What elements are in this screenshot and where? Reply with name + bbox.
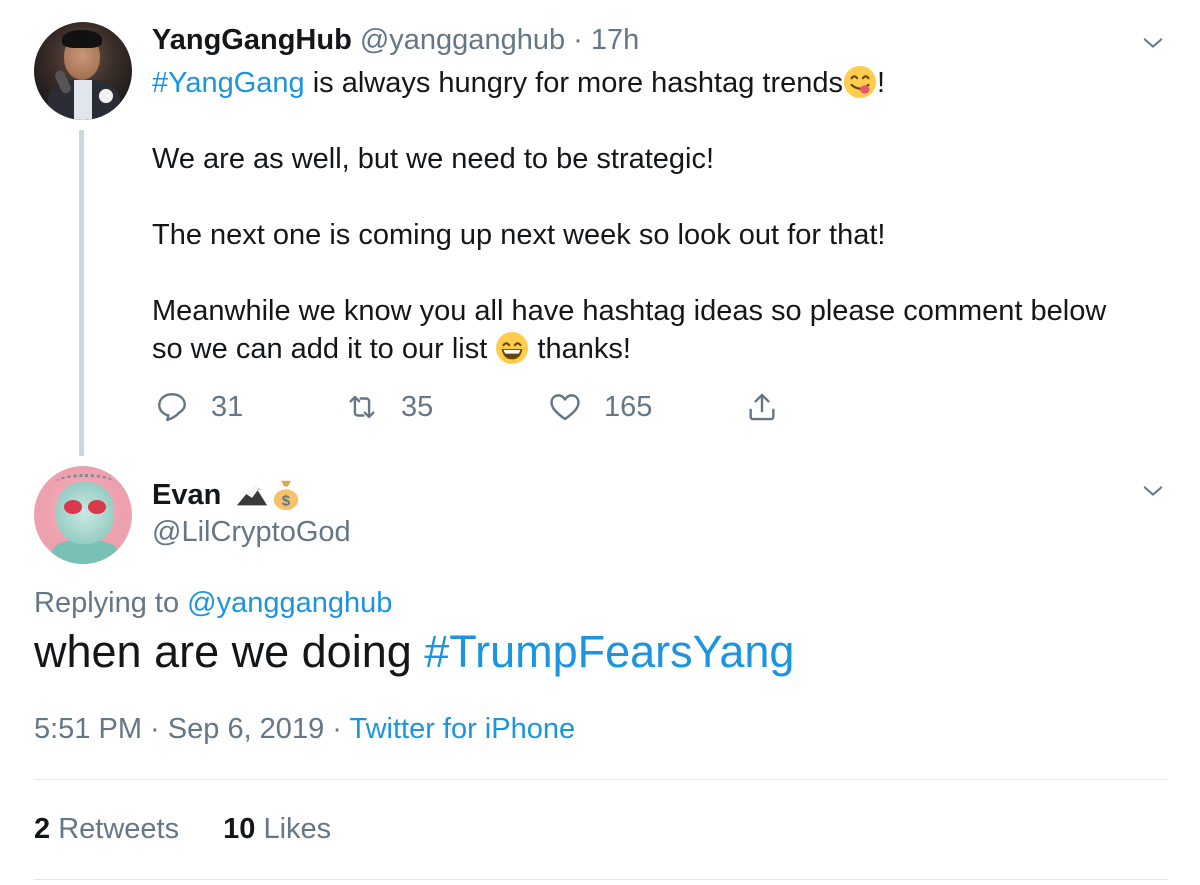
share-button[interactable] — [745, 387, 801, 427]
retweet-button[interactable]: 35 — [345, 387, 433, 427]
retweets-label: Retweets — [50, 813, 180, 845]
engagement-stats: 2 Retweets 10 Likes — [34, 813, 367, 846]
chevron-down-icon[interactable] — [1142, 480, 1164, 502]
tweet-paragraph-4-line2-start: so we can add it to our list — [152, 333, 496, 365]
replying-to-line: Replying to @yangganghub — [34, 587, 392, 620]
retweets-number: 2 — [34, 813, 51, 845]
tweet-paragraph-3: The next one is coming up next week so l… — [152, 219, 886, 251]
tweet-text: #YangGang is always hungry for more hash… — [152, 64, 1172, 368]
meta-separator: · — [142, 713, 168, 745]
like-count: 165 — [604, 390, 653, 423]
retweet-count: 35 — [401, 390, 434, 423]
money-bag-emoji-icon: $ — [269, 477, 303, 511]
avatar-lilcryptogod[interactable] — [34, 466, 132, 564]
like-button[interactable]: 165 — [548, 387, 652, 427]
user-handle[interactable]: @yangganghub — [360, 24, 565, 56]
reply-icon — [155, 390, 211, 424]
header-separator: · — [573, 24, 583, 56]
tweet-text-line1-end: ! — [877, 67, 886, 99]
reply-hashtag-link[interactable]: #TrumpFearsYang — [424, 626, 794, 677]
tweet-source-link[interactable]: Twitter for iPhone — [349, 713, 575, 745]
tweet-paragraph-4-line2-end: thanks! — [529, 333, 631, 365]
tweet-action-bar: 31 35 165 — [0, 387, 1200, 427]
tweet-timestamp-date[interactable]: Sep 6, 2019 — [168, 713, 324, 745]
chevron-down-icon[interactable] — [1142, 32, 1164, 54]
replying-to-prefix: Replying to — [34, 587, 188, 619]
heart-icon — [548, 390, 604, 424]
tweet-paragraph-4-line1: Meanwhile we know you all have hashtag i… — [152, 295, 1107, 327]
likes-number: 10 — [223, 813, 256, 845]
meta-separator: · — [324, 713, 350, 745]
svg-text:$: $ — [282, 492, 291, 509]
reply-display-name-row[interactable]: Evan $ — [152, 477, 303, 512]
reply-text-body: when are we doing — [34, 626, 425, 677]
tweet-time[interactable]: 17h — [591, 24, 639, 56]
hashtag-link[interactable]: #YangGang — [152, 67, 305, 99]
replying-to-handle[interactable]: @yangganghub — [187, 587, 392, 619]
retweet-icon — [345, 390, 401, 424]
likes-stat[interactable]: 10 Likes — [223, 813, 331, 846]
avatar-yangganghub[interactable] — [34, 22, 132, 120]
grinning-face-emoji-icon — [495, 331, 529, 365]
yum-face-emoji-icon — [843, 65, 877, 99]
reply-tweet-text: when are we doing #TrumpFearsYang — [34, 626, 794, 678]
tweet-timestamp-time[interactable]: 5:51 PM — [34, 713, 142, 745]
tweet-text-line1: is always hungry for more hashtag trends — [304, 67, 844, 99]
tweet-header: YangGangHub @yangganghub · 17h — [152, 24, 639, 57]
tweet-metadata: 5:51 PM · Sep 6, 2019 · Twitter for iPho… — [34, 713, 575, 746]
reply-count: 31 — [211, 390, 244, 423]
divider — [34, 779, 1168, 780]
likes-label: Likes — [255, 813, 332, 845]
reply-button[interactable]: 31 — [155, 387, 243, 427]
display-name[interactable]: YangGangHub — [152, 24, 352, 56]
reply-user-handle[interactable]: @LilCryptoGod — [152, 516, 351, 549]
tweet-paragraph-2: We are as well, but we need to be strate… — [152, 143, 715, 175]
eagle-emoji-icon — [235, 477, 269, 511]
share-icon — [745, 390, 801, 424]
reply-display-name[interactable]: Evan — [152, 479, 221, 511]
retweets-stat[interactable]: 2 Retweets — [34, 813, 179, 846]
divider — [34, 879, 1168, 880]
